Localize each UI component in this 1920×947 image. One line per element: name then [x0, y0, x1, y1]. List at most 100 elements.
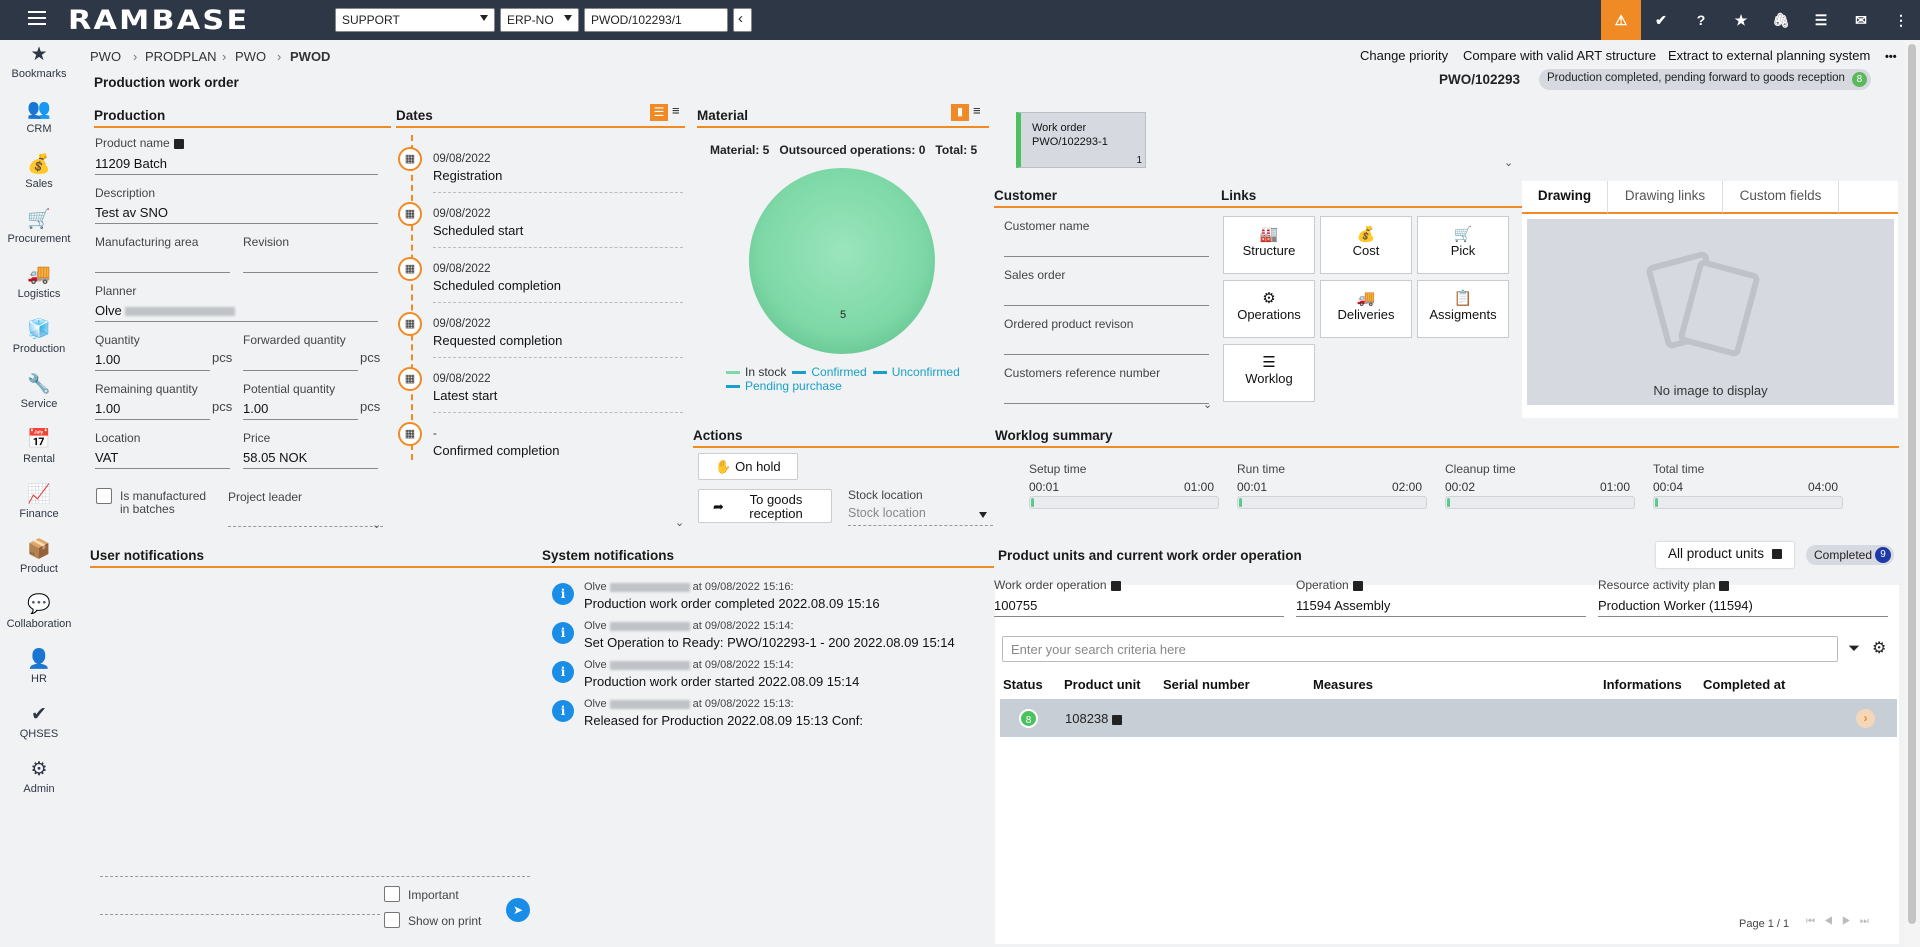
worklog-run-time-label: Run time: [1237, 462, 1286, 476]
legend-item[interactable]: Unconfirmed: [872, 365, 960, 379]
external-link-icon[interactable]: [1719, 580, 1730, 591]
breadcrumb-pwo[interactable]: PWO: [90, 49, 121, 64]
rambase-logo[interactable]: RAMBASE: [68, 5, 249, 36]
external-link-icon[interactable]: [1110, 580, 1121, 591]
pager-nav-icons[interactable]: ⏮◀▶⏭: [1806, 916, 1878, 927]
tab-drawing-links[interactable]: Drawing links: [1607, 181, 1722, 214]
link-deliveries-button[interactable]: 🚚 Deliveries: [1320, 280, 1412, 338]
column-product-unit[interactable]: Product unit: [1064, 677, 1141, 692]
tab-custom-fields[interactable]: Custom fields: [1722, 181, 1839, 214]
expand-icon[interactable]: ⌄: [372, 518, 381, 531]
company-select[interactable]: SUPPORT: [335, 8, 495, 32]
list-icon[interactable]: ☰: [1801, 0, 1841, 40]
sidebar-item-product[interactable]: 📦 Product: [0, 537, 78, 589]
pie-slice-in-stock[interactable]: [749, 168, 935, 354]
link-worklog-button[interactable]: ☰ Worklog: [1223, 344, 1315, 402]
help-icon[interactable]: ?: [1681, 0, 1721, 40]
check-shield-icon[interactable]: ✔: [1641, 0, 1681, 40]
ordered-revision-field[interactable]: [1004, 354, 1209, 355]
link-operations-button[interactable]: ⚙ Operations: [1223, 280, 1315, 338]
paperclip-icon[interactable]: 🖇: [1761, 0, 1801, 40]
sidebar-item-finance[interactable]: 📈 Finance: [0, 482, 78, 534]
list-view-icon[interactable]: ≡: [672, 103, 680, 118]
customer-name-field[interactable]: [1004, 256, 1209, 257]
sidebar-item-crm[interactable]: 👥 CRM: [0, 97, 78, 149]
revision-field[interactable]: [243, 272, 378, 273]
filter-icon[interactable]: ⏷: [1848, 640, 1860, 657]
external-link-icon[interactable]: [1112, 714, 1123, 725]
breadcrumb-pwo-2[interactable]: PWO: [235, 49, 266, 64]
list-view-icon[interactable]: ≡: [973, 103, 981, 118]
expand-icon[interactable]: ⌄: [675, 516, 684, 529]
document-input[interactable]: PWOD/102293/1: [584, 8, 728, 32]
extract-planning-link[interactable]: Extract to external planning system: [1668, 48, 1870, 63]
chart-view-icon[interactable]: ▮: [951, 104, 969, 121]
sidebar-item-qhses[interactable]: ✔ QHSES: [0, 702, 78, 754]
all-product-units-button[interactable]: All product units: [1656, 542, 1794, 568]
to-goods-reception-button[interactable]: ➦ To goods reception: [698, 489, 832, 523]
sidebar-item-production[interactable]: 🧊 Production: [0, 317, 78, 369]
expand-icon[interactable]: ⌄: [1203, 398, 1212, 411]
customer-reference-field[interactable]: [1004, 403, 1209, 404]
gear-icon[interactable]: ⚙: [1872, 638, 1886, 658]
row-product-unit[interactable]: 108238: [1065, 711, 1123, 726]
mail-icon[interactable]: ✉: [1841, 0, 1881, 40]
sidebar-item-logistics[interactable]: 🚚 Logistics: [0, 262, 78, 314]
sidebar-item-procurement[interactable]: 🛒 Procurement: [0, 207, 78, 259]
batches-checkbox[interactable]: [96, 488, 112, 504]
legend-item[interactable]: Confirmed: [792, 365, 867, 379]
unit-search-input[interactable]: Enter your search criteria here: [1002, 636, 1838, 662]
link-cost-button[interactable]: 💰 Cost: [1320, 216, 1412, 274]
link-pick-button[interactable]: 🛒 Pick: [1417, 216, 1509, 274]
legend-item[interactable]: Pending purchase: [726, 379, 842, 393]
sidebar-item-hr[interactable]: 👤 HR: [0, 647, 78, 699]
date-separator: [433, 412, 683, 413]
column-serial-number[interactable]: Serial number: [1163, 677, 1250, 692]
sidebar-item-collaboration[interactable]: 💬 Collaboration: [0, 592, 78, 644]
table-row[interactable]: 8 108238 ›: [1000, 699, 1897, 737]
compare-structure-link[interactable]: Compare with valid ART structure: [1463, 48, 1656, 63]
send-icon[interactable]: ➤: [506, 898, 530, 922]
column-status[interactable]: Status: [1003, 677, 1043, 692]
on-hold-button[interactable]: ✋ On hold: [698, 453, 798, 480]
breadcrumb-prodplan[interactable]: PRODPLAN: [145, 49, 217, 64]
notification-input[interactable]: [100, 876, 530, 877]
sidebar-item-sales[interactable]: 💰 Sales: [0, 152, 78, 204]
link-assigments-button[interactable]: 📋 Assigments: [1417, 280, 1509, 338]
drawing-placeholder: No image to display: [1527, 219, 1894, 405]
back-button[interactable]: ‹: [733, 8, 752, 32]
column-informations[interactable]: Informations: [1603, 677, 1682, 692]
project-leader-field[interactable]: [228, 526, 383, 527]
manufacturing-area-field[interactable]: [95, 272, 230, 273]
scrollbar-thumb[interactable]: [1908, 44, 1916, 924]
expand-icon[interactable]: ⌄: [1504, 156, 1513, 169]
sidebar-item-admin[interactable]: ⚙ Admin: [0, 757, 78, 809]
important-checkbox[interactable]: [384, 886, 400, 902]
link-structure-button[interactable]: 🏭 Structure: [1223, 216, 1315, 274]
star-icon[interactable]: ★: [1721, 0, 1761, 40]
tab-drawing[interactable]: Drawing: [1522, 181, 1607, 214]
legend-item[interactable]: In stock: [726, 365, 786, 379]
sidebar-item-bookmarks[interactable]: ★ Bookmarks: [0, 42, 78, 94]
external-link-icon[interactable]: [173, 138, 184, 149]
column-completed-at[interactable]: Completed at: [1703, 677, 1785, 692]
row-open-icon[interactable]: ›: [1856, 709, 1875, 728]
scrollbar[interactable]: [1904, 40, 1920, 947]
external-link-icon[interactable]: [1352, 580, 1363, 591]
stock-location-select[interactable]: Stock location: [848, 506, 993, 526]
sales-order-field[interactable]: [1004, 305, 1209, 306]
notification-input-2[interactable]: [100, 914, 380, 915]
timeline-view-icon[interactable]: ☰: [650, 104, 668, 121]
warning-icon[interactable]: ⚠: [1601, 0, 1641, 40]
show-on-print-checkbox[interactable]: [384, 912, 400, 928]
work-order-card[interactable]: Work order PWO/102293-1 1: [1016, 112, 1146, 168]
completed-filter-badge[interactable]: Completed 9: [1806, 545, 1894, 565]
sidebar-item-service[interactable]: 🔧 Service: [0, 372, 78, 424]
column-measures[interactable]: Measures: [1313, 677, 1373, 692]
menu-icon[interactable]: [28, 11, 46, 13]
more-icon[interactable]: ⋮: [1881, 0, 1920, 40]
change-priority-link[interactable]: Change priority: [1360, 48, 1448, 63]
system-select[interactable]: ERP-NO: [500, 8, 579, 32]
more-actions-icon[interactable]: •••: [1885, 51, 1897, 63]
sidebar-item-rental[interactable]: 📅 Rental: [0, 427, 78, 479]
